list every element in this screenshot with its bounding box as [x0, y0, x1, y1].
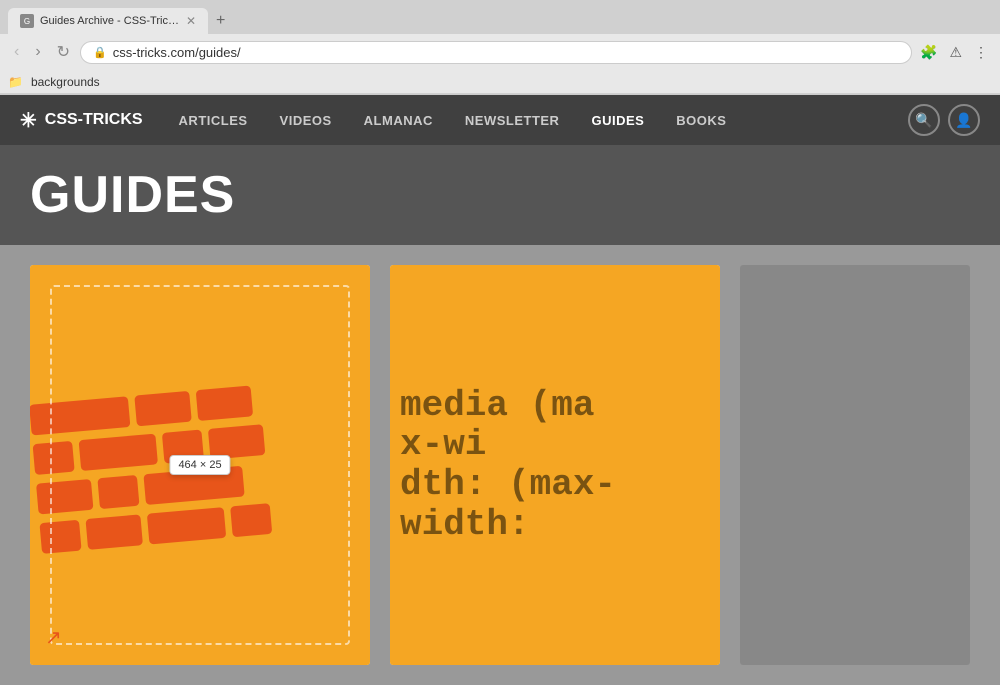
url-text: css-tricks.com/guides/: [113, 45, 899, 60]
browser-chrome: G Guides Archive - CSS-Tricks A... ✕ + ‹…: [0, 0, 1000, 95]
back-button[interactable]: ‹: [8, 39, 25, 65]
page-header: GUIDES: [0, 145, 1000, 245]
forward-button[interactable]: ›: [29, 39, 46, 65]
nav-newsletter[interactable]: NEWSLETTER: [449, 95, 576, 145]
logo-text: CSS-TRICKS: [45, 111, 143, 129]
content-area: ↗ 464 × 25 A Complete Guide to Flexbox L…: [0, 245, 1000, 685]
media-code-text: media (max-width: (max-width:: [400, 386, 710, 544]
tab-close-button[interactable]: ✕: [186, 14, 196, 28]
lock-icon: 🔒: [93, 46, 107, 59]
tooltip-badge: 464 × 25: [169, 455, 230, 475]
guides-grid: ↗ 464 × 25 A Complete Guide to Flexbox L…: [30, 265, 970, 665]
bookmarks-bar: 📁 backgrounds: [0, 70, 1000, 94]
tab-favicon: G: [20, 14, 34, 28]
nav-books[interactable]: BOOKS: [660, 95, 742, 145]
logo-star-icon: ✳: [20, 108, 37, 133]
tab-title: Guides Archive - CSS-Tricks A...: [40, 15, 180, 27]
extensions-button[interactable]: 🧩: [916, 40, 941, 65]
guide-thumbnail-flexbox: ↗ 464 × 25: [30, 265, 370, 665]
address-bar[interactable]: 🔒 css-tricks.com/guides/: [80, 41, 912, 64]
profile-button[interactable]: ⚠: [945, 40, 966, 65]
guide-card-flexbox[interactable]: ↗ 464 × 25 A Complete Guide to Flexbox L…: [30, 265, 370, 665]
menu-button[interactable]: ⋮: [970, 40, 992, 65]
site-nav: ✳ CSS-TRICKS ARTICLES VIDEOS ALMANAC NEW…: [0, 95, 1000, 145]
nav-articles[interactable]: ARTICLES: [163, 95, 264, 145]
guide-thumbnail-media: media (max-width: (max-width:: [390, 265, 720, 665]
toolbar-icons: 🧩 ⚠ ⋮: [916, 40, 992, 65]
account-button[interactable]: 👤: [948, 104, 980, 136]
bookmark-backgrounds[interactable]: backgrounds: [31, 75, 100, 89]
browser-tabs: G Guides Archive - CSS-Tricks A... ✕ +: [0, 0, 1000, 34]
nav-links: ARTICLES VIDEOS ALMANAC NEWSLETTER GUIDE…: [163, 95, 908, 145]
browser-toolbar: ‹ › ↻ 🔒 css-tricks.com/guides/ 🧩 ⚠ ⋮: [0, 34, 1000, 70]
bookmark-label: backgrounds: [31, 75, 100, 89]
media-text-overlay: media (max-width: (max-width:: [390, 265, 720, 665]
active-tab[interactable]: G Guides Archive - CSS-Tricks A... ✕: [8, 8, 208, 34]
nav-actions: 🔍 👤: [908, 104, 980, 136]
guide-card-placeholder: [740, 265, 970, 665]
guide-card-media[interactable]: media (max-width: (max-width: Media Quer…: [390, 265, 720, 665]
site-logo[interactable]: ✳ CSS-TRICKS: [20, 108, 143, 133]
new-tab-button[interactable]: +: [208, 8, 233, 34]
reload-button[interactable]: ↻: [51, 38, 76, 66]
nav-guides[interactable]: GUIDES: [575, 95, 660, 145]
search-button[interactable]: 🔍: [908, 104, 940, 136]
nav-almanac[interactable]: ALMANAC: [348, 95, 449, 145]
page-title: GUIDES: [30, 165, 970, 225]
bookmark-folder-icon: 📁: [8, 75, 23, 89]
arrow-indicator: ↗: [45, 625, 62, 650]
nav-videos[interactable]: VIDEOS: [264, 95, 348, 145]
